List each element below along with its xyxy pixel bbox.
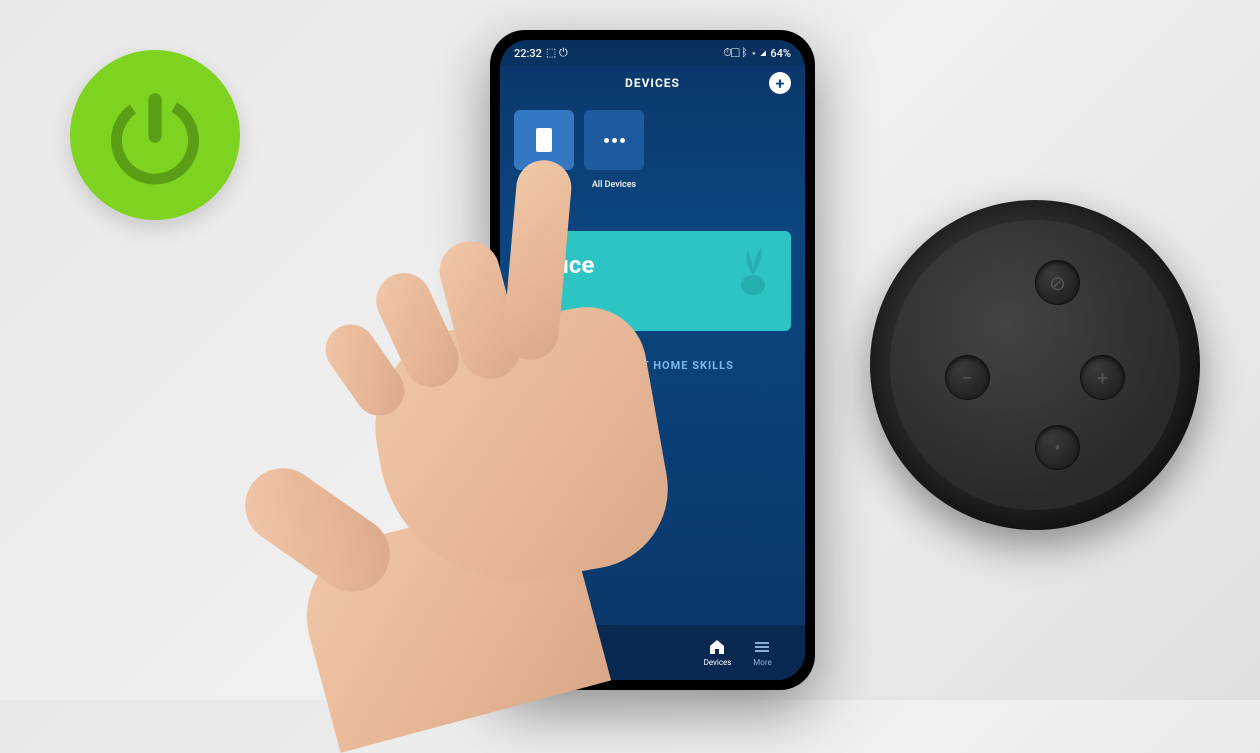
group-card-office[interactable]: Office [514, 231, 791, 331]
page-title: DEVICES [625, 76, 680, 90]
groups-section-label: GROUPS [500, 190, 805, 227]
status-right-icons: ⏱ ⃞ ᛒ ▾ ◢ [723, 46, 766, 60]
status-time: 22:32 [514, 47, 542, 60]
device-tiles-row [500, 100, 805, 180]
smartphone: 22:32 ⬚ ⏻ ⏱ ⃞ ᛒ ▾ ◢ 64% DEVICES + [490, 30, 815, 690]
echo-dot-device: ⊘ − + • [870, 200, 1200, 530]
echo-action-button: • [1035, 425, 1080, 470]
power-button-prop [70, 50, 240, 220]
plant-icon [733, 245, 773, 295]
add-device-button[interactable]: + [769, 72, 791, 94]
all-devices-label: All Devices [584, 180, 644, 190]
hamburger-icon [753, 638, 771, 656]
echo-alexa-label: Echo & Alexa [514, 180, 574, 190]
echo-volume-up-button: + [1080, 355, 1125, 400]
phone-screen: 22:32 ⬚ ⏻ ⏱ ⃞ ᛒ ▾ ◢ 64% DEVICES + [500, 40, 805, 680]
nav-devices[interactable]: Devices [695, 638, 740, 667]
more-dots-icon [602, 126, 626, 154]
echo-volume-down-button: − [945, 355, 990, 400]
nav-more[interactable]: More [740, 638, 785, 667]
nav-devices-label: Devices [704, 658, 732, 667]
home-icon [708, 638, 726, 656]
smart-home-skills-label[interactable]: YOUR SMART HOME SKILLS [500, 335, 805, 396]
battery-percentage: 64% [770, 47, 791, 60]
echo-alexa-tile[interactable] [514, 110, 574, 170]
power-icon [100, 80, 210, 190]
echo-device-icon [532, 126, 556, 154]
all-devices-tile[interactable] [584, 110, 644, 170]
bottom-navigation: Devices More [500, 625, 805, 680]
status-left-icons: ⬚ ⏻ [546, 46, 568, 60]
app-header: DEVICES + [500, 66, 805, 100]
echo-mute-button: ⊘ [1035, 260, 1080, 305]
status-bar: 22:32 ⬚ ⏻ ⏱ ⃞ ᛒ ▾ ◢ 64% [500, 40, 805, 66]
nav-more-label: More [753, 658, 771, 667]
